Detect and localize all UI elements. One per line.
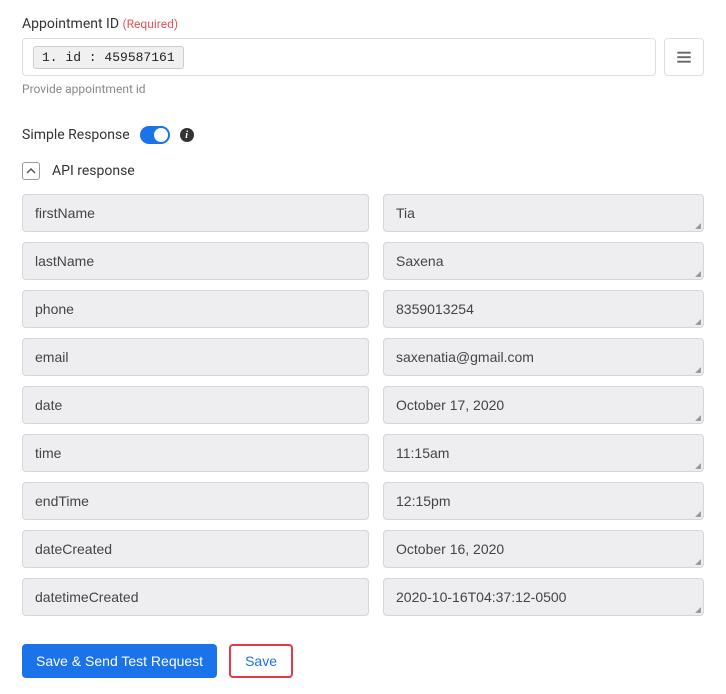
collapse-button[interactable]: [22, 162, 40, 180]
simple-response-label: Simple Response: [22, 127, 130, 143]
response-key-input[interactable]: [22, 530, 369, 568]
response-row: [22, 530, 704, 568]
response-row: [22, 482, 704, 520]
response-value-input[interactable]: [383, 434, 704, 472]
response-value-wrap: [383, 434, 704, 472]
hamburger-icon: [675, 48, 693, 66]
response-key-input[interactable]: [22, 194, 369, 232]
appointment-id-label-text: Appointment ID: [22, 16, 119, 32]
api-response-title: API response: [52, 163, 135, 179]
response-value-input[interactable]: [383, 530, 704, 568]
response-value-wrap: [383, 194, 704, 232]
response-row: [22, 578, 704, 616]
response-key-input[interactable]: [22, 290, 369, 328]
appointment-id-help: Provide appointment id: [22, 82, 704, 96]
save-button[interactable]: Save: [229, 644, 293, 678]
response-value-input[interactable]: [383, 242, 704, 280]
response-value-wrap: [383, 386, 704, 424]
response-key-input[interactable]: [22, 578, 369, 616]
response-row: [22, 242, 704, 280]
response-key-input[interactable]: [22, 482, 369, 520]
response-key-input[interactable]: [22, 386, 369, 424]
response-key-input[interactable]: [22, 434, 369, 472]
response-value-wrap: [383, 530, 704, 568]
response-key-input[interactable]: [22, 338, 369, 376]
response-row: [22, 290, 704, 328]
appointment-id-input[interactable]: 1. id : 459587161: [22, 38, 656, 76]
response-value-input[interactable]: [383, 482, 704, 520]
response-value-wrap: [383, 290, 704, 328]
required-tag: (Required): [123, 17, 178, 31]
response-value-wrap: [383, 578, 704, 616]
options-button[interactable]: [664, 38, 704, 76]
appointment-id-token[interactable]: 1. id : 459587161: [33, 46, 184, 69]
response-value-wrap: [383, 482, 704, 520]
simple-response-toggle[interactable]: [140, 126, 170, 144]
appointment-id-label: Appointment ID (Required): [22, 16, 704, 32]
response-value-input[interactable]: [383, 338, 704, 376]
response-value-wrap: [383, 242, 704, 280]
response-row: [22, 194, 704, 232]
save-send-button[interactable]: Save & Send Test Request: [22, 644, 217, 678]
chevron-up-icon: [26, 166, 36, 176]
info-icon[interactable]: i: [180, 128, 194, 142]
response-value-input[interactable]: [383, 386, 704, 424]
response-value-input[interactable]: [383, 194, 704, 232]
response-key-input[interactable]: [22, 242, 369, 280]
response-row: [22, 338, 704, 376]
response-value-input[interactable]: [383, 578, 704, 616]
response-grid: [22, 194, 704, 616]
response-row: [22, 386, 704, 424]
response-row: [22, 434, 704, 472]
response-value-wrap: [383, 338, 704, 376]
response-value-input[interactable]: [383, 290, 704, 328]
